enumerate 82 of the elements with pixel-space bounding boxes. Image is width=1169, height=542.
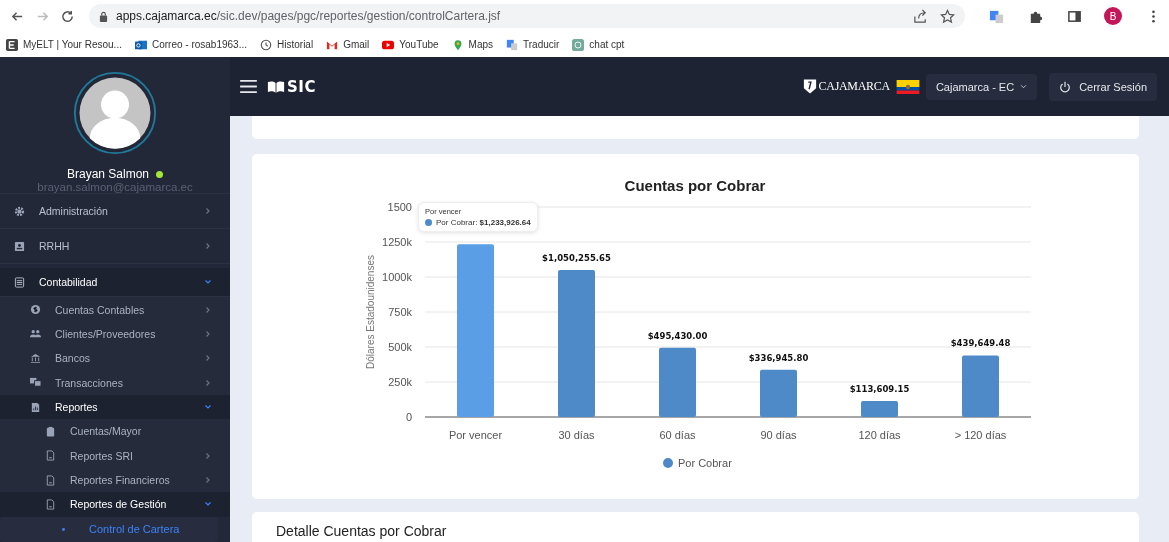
chart-title: Cuentas por Cobrar bbox=[624, 177, 766, 194]
translate-icon[interactable] bbox=[989, 8, 1004, 24]
bank-icon bbox=[30, 352, 41, 364]
axis-tick-label: 500k bbox=[388, 341, 412, 353]
people-icon bbox=[30, 328, 41, 340]
app-name: SIC bbox=[287, 77, 316, 96]
flag-icon bbox=[895, 79, 920, 94]
file-icon bbox=[45, 499, 56, 510]
letter-e-icon bbox=[6, 38, 18, 51]
bookmark[interactable]: Traducir bbox=[506, 38, 560, 51]
sidebar-item[interactable]: Reportes bbox=[0, 394, 230, 420]
clip-icon bbox=[45, 425, 56, 437]
sidebar-item[interactable]: Reportes Financieros bbox=[0, 467, 230, 493]
file-icon bbox=[45, 474, 56, 486]
caret-icon bbox=[1020, 84, 1028, 89]
category-label: 90 días bbox=[760, 429, 797, 441]
book-icon bbox=[14, 276, 25, 288]
gear-icon bbox=[14, 205, 25, 217]
bar[interactable] bbox=[760, 369, 797, 417]
bookmark[interactable]: Maps bbox=[451, 38, 493, 51]
sidebar-item[interactable]: Cuentas/Mayor bbox=[0, 419, 230, 444]
file-icon bbox=[45, 450, 56, 462]
bookmark[interactable]: Correo - rosab1963... bbox=[134, 38, 247, 51]
axis-tick-label: 0 bbox=[405, 411, 412, 423]
coin-icon bbox=[30, 304, 41, 316]
sidebar-item[interactable]: Reportes SRI bbox=[0, 443, 230, 468]
sidebar-item[interactable]: Bancos bbox=[0, 346, 230, 371]
data-label: $336,945.80 bbox=[748, 352, 809, 363]
series-dot bbox=[425, 219, 432, 226]
sidebar-item[interactable]: Control de Cartera bbox=[0, 516, 218, 542]
play-icon bbox=[382, 38, 395, 51]
axis-tick-label: 750k bbox=[388, 306, 412, 318]
data-label: $439,649.48 bbox=[950, 338, 1011, 349]
bookmark[interactable]: YouTube bbox=[382, 38, 439, 51]
sidebar-item[interactable]: Transacciones bbox=[0, 370, 230, 395]
profile-avatar[interactable]: B bbox=[1104, 7, 1122, 25]
sidebar-item[interactable]: Cuentas Contables bbox=[0, 297, 230, 322]
report-icon bbox=[30, 401, 41, 413]
axis-tick-label: 250k bbox=[388, 376, 412, 388]
sidebar-item[interactable]: Clientes/Proveedores bbox=[0, 321, 230, 347]
chat-icon bbox=[30, 377, 41, 389]
category-label: Por vencer bbox=[448, 429, 503, 441]
translate-icon bbox=[506, 38, 518, 51]
bookmark[interactable]: chat cpt bbox=[572, 38, 625, 51]
axis-tick-label: 1500 bbox=[387, 201, 412, 213]
chat-icon bbox=[572, 38, 585, 51]
brand-name: CAJAMARCA bbox=[818, 79, 890, 94]
address-bar[interactable]: apps.cajamarca.ec/sic.dev/pages/pgc/reportes/gestion/controlCartera.jsf bbox=[89, 4, 965, 28]
reload-icon[interactable] bbox=[60, 8, 75, 24]
card-icon bbox=[14, 240, 25, 252]
logout-button[interactable]: Cerrar Sesión bbox=[1049, 72, 1157, 101]
axis-title: Dólares Estadounidenses bbox=[365, 255, 376, 369]
bookmark[interactable]: MyELT | Your Resou... bbox=[6, 38, 122, 51]
sidebar-item[interactable]: Reportes de Gestión bbox=[0, 492, 230, 517]
mail-icon bbox=[134, 38, 147, 51]
share-icon[interactable] bbox=[913, 8, 928, 24]
category-label: > 120 días bbox=[954, 429, 1007, 441]
sidebar-icon[interactable] bbox=[1067, 8, 1082, 24]
axis-tick-label: 1000k bbox=[382, 271, 412, 283]
card-title: Detalle Cuentas por Cobrar bbox=[276, 523, 447, 539]
book-logo-icon bbox=[267, 80, 285, 93]
category-label: 30 días bbox=[558, 429, 595, 441]
menu-icon[interactable] bbox=[240, 80, 257, 93]
lock-icon[interactable] bbox=[99, 10, 108, 22]
clock-icon bbox=[260, 38, 272, 51]
data-label: $113,609.15 bbox=[849, 384, 910, 395]
user-name: Brayan Salmon bbox=[66, 167, 149, 181]
axis-tick-label: 1250k bbox=[382, 236, 412, 248]
star-icon[interactable] bbox=[940, 8, 955, 24]
shield-logo-icon bbox=[802, 78, 817, 95]
bookmark[interactable]: Gmail bbox=[326, 38, 370, 51]
category-label: 120 días bbox=[858, 429, 901, 441]
legend-label[interactable]: Por Cobrar bbox=[678, 457, 732, 469]
company-dropdown[interactable]: Cajamarca - EC bbox=[925, 73, 1038, 100]
power-icon bbox=[1059, 80, 1072, 93]
category-label: 60 días bbox=[659, 429, 696, 441]
data-label: $495,430.00 bbox=[647, 330, 708, 341]
tooltip-value: Por Cobrar: $1,233,926.64 bbox=[436, 218, 531, 227]
data-label: $1,050,255.65 bbox=[542, 252, 611, 263]
bookmark[interactable]: Historial bbox=[260, 38, 314, 51]
user-email: brayan.salmon@cajamarca.ec bbox=[37, 181, 193, 193]
sidebar-item[interactable]: Contabilidad bbox=[0, 268, 230, 298]
